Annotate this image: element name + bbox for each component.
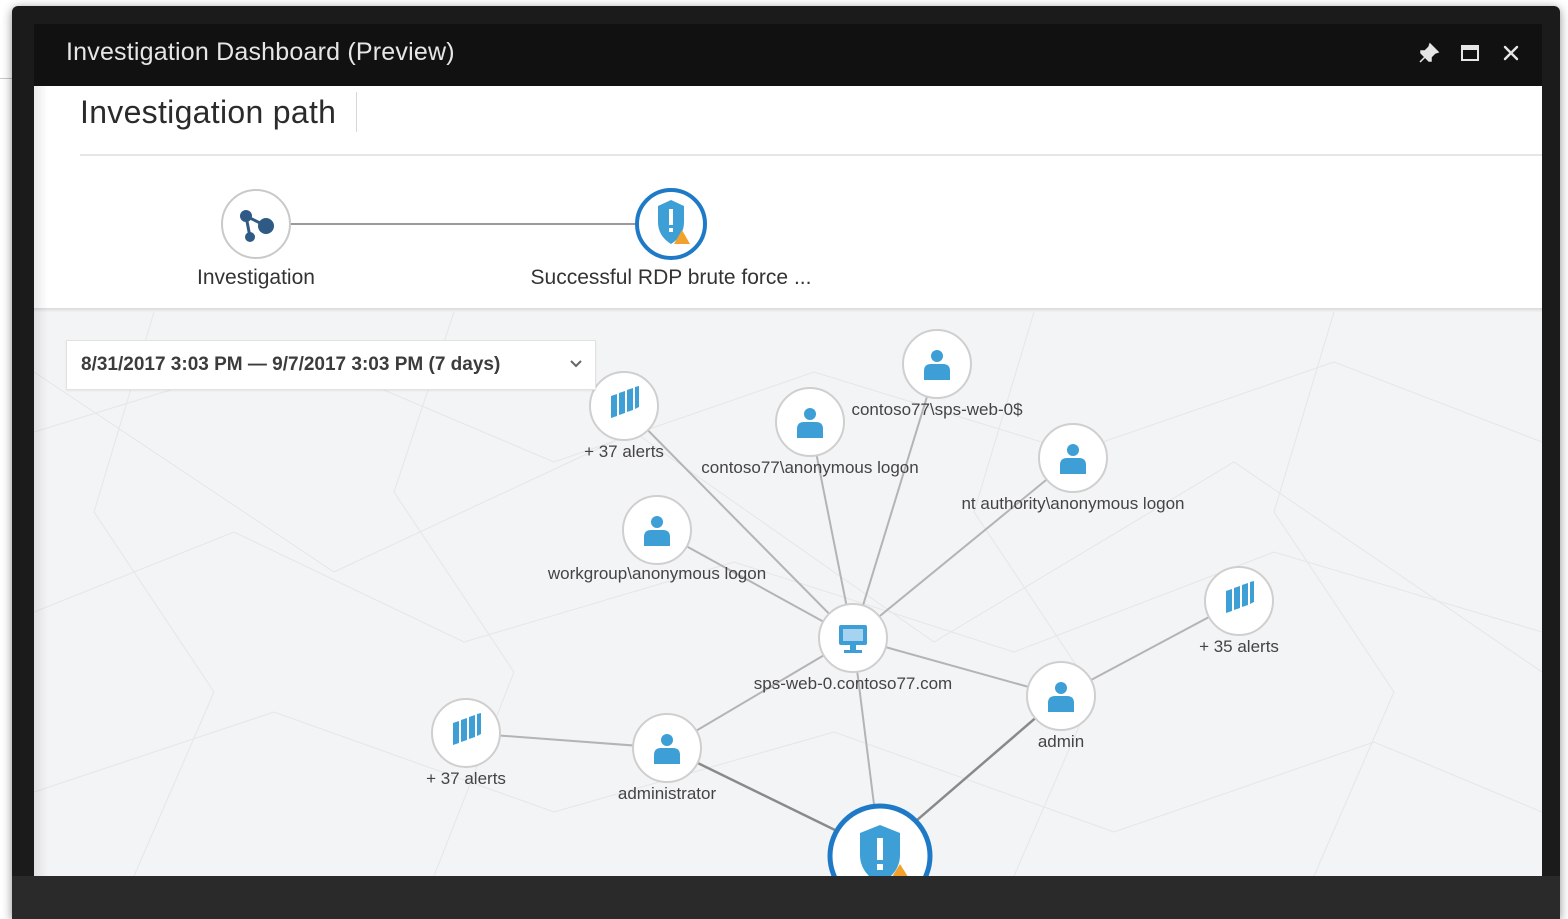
node-label-admin: admin — [1037, 732, 1085, 751]
entity-graph: 8/31/2017 3:03 PM — 9/7/2017 3:03 PM (7 … — [34, 312, 1542, 876]
window-titlebar: Investigation Dashboard (Preview) — [34, 24, 1542, 86]
maximize-icon[interactable] — [1455, 38, 1485, 68]
window-bottom-bezel — [12, 876, 1560, 919]
node-label-sps-web-user: contoso77\sps-web-0$ — [851, 400, 1023, 419]
graph-node-admin[interactable] — [1026, 661, 1096, 731]
node-label-administrator: administrator — [617, 784, 717, 803]
breadcrumb-label-investigation[interactable]: Investigation — [197, 266, 315, 290]
date-range-picker[interactable]: 8/31/2017 3:03 PM — 9/7/2017 3:03 PM (7 … — [66, 340, 596, 390]
dashboard-content: Investigation path Investigation Success… — [34, 86, 1542, 876]
graph-canvas — [34, 312, 1542, 876]
node-label-contoso-anon: contoso77\anonymous logon — [701, 458, 919, 477]
node-label-alerts-left: + 37 alerts — [426, 769, 506, 788]
graph-node-alerts-left[interactable] — [431, 698, 501, 768]
node-label-alerts-right: + 35 alerts — [1199, 637, 1279, 656]
close-icon[interactable] — [1496, 38, 1526, 68]
node-label-center: sps-web-0.contoso77.com — [753, 674, 953, 693]
content-edge-shadow — [34, 86, 48, 876]
node-label-alerts-top: + 37 alerts — [584, 442, 664, 461]
node-label-nt-authority: nt authority\anonymous logon — [961, 494, 1185, 513]
date-range-value: 8/31/2017 3:03 PM — 9/7/2017 3:03 PM (7 … — [81, 354, 501, 375]
graph-node-nt-authority[interactable] — [1038, 423, 1108, 493]
breadcrumb-step-investigation[interactable] — [221, 189, 291, 259]
graph-node-center[interactable] — [818, 603, 888, 673]
graph-node-workgroup[interactable] — [622, 495, 692, 565]
pin-icon[interactable] — [1414, 38, 1444, 68]
graph-node-contoso-anon[interactable] — [775, 387, 845, 457]
graph-node-alerts-top[interactable] — [589, 371, 659, 441]
chevron-down-icon — [570, 360, 582, 368]
graph-node-alert[interactable] — [827, 803, 933, 876]
graph-node-alerts-right[interactable] — [1204, 566, 1274, 636]
investigation-path-header: Investigation path Investigation Success… — [34, 86, 1542, 310]
breadcrumb-label-alert[interactable]: Successful RDP brute force ... — [531, 266, 812, 290]
window-title: Investigation Dashboard (Preview) — [66, 38, 455, 66]
graph-node-sps-web-user[interactable] — [902, 329, 972, 399]
graph-node-administrator[interactable] — [632, 713, 702, 783]
node-label-workgroup: workgroup\anonymous logon — [547, 564, 767, 583]
breadcrumb-step-alert[interactable] — [635, 188, 707, 260]
